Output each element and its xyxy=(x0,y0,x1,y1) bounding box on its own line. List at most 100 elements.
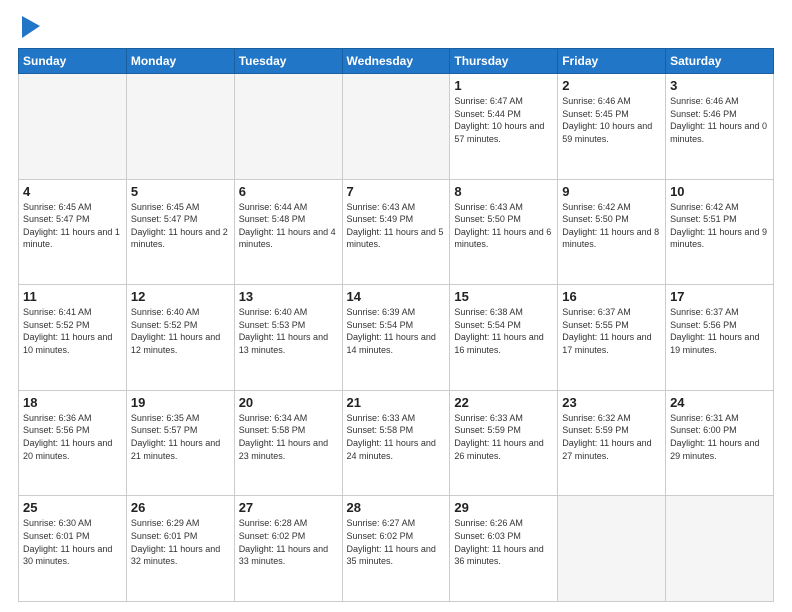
day-number: 20 xyxy=(239,395,338,410)
day-info: Sunrise: 6:31 AM Sunset: 6:00 PM Dayligh… xyxy=(670,412,769,462)
day-number: 5 xyxy=(131,184,230,199)
calendar-cell: 15 Sunrise: 6:38 AM Sunset: 5:54 PM Dayli… xyxy=(450,285,558,391)
calendar-cell: 13Sunrise: 6:40 AM Sunset: 5:53 PM Dayli… xyxy=(234,285,342,391)
day-number: 15 xyxy=(454,289,553,304)
weekday-header-sunday: Sunday xyxy=(19,49,127,74)
day-number: 7 xyxy=(347,184,446,199)
day-number: 4 xyxy=(23,184,122,199)
day-info: Sunrise: 6:29 AM Sunset: 6:01 PM Dayligh… xyxy=(131,517,230,567)
day-info: Sunrise: 6:46 AM Sunset: 5:46 PM Dayligh… xyxy=(670,95,769,145)
weekday-header-friday: Friday xyxy=(558,49,666,74)
calendar-cell: 22 Sunrise: 6:33 AM Sunset: 5:59 PM Dayli… xyxy=(450,390,558,496)
day-info: Sunrise: 6:28 AM Sunset: 6:02 PM Dayligh… xyxy=(239,517,338,567)
calendar-cell: 19 Sunrise: 6:35 AM Sunset: 5:57 PM Dayli… xyxy=(126,390,234,496)
calendar-cell: 8 Sunrise: 6:43 AM Sunset: 5:50 PM Daylig… xyxy=(450,179,558,285)
calendar-cell: 5 Sunrise: 6:45 AM Sunset: 5:47 PM Daylig… xyxy=(126,179,234,285)
logo xyxy=(18,16,40,38)
day-info: Sunrise: 6:45 AM Sunset: 5:47 PM Dayligh… xyxy=(131,201,230,251)
calendar-cell: 10 Sunrise: 6:42 AM Sunset: 5:51 PM Dayli… xyxy=(666,179,774,285)
calendar-week-2: 4 Sunrise: 6:45 AM Sunset: 5:47 PM Daylig… xyxy=(19,179,774,285)
day-info: Sunrise: 6:36 AM Sunset: 5:56 PM Dayligh… xyxy=(23,412,122,462)
calendar-cell: 1Sunrise: 6:47 AM Sunset: 5:44 PM Daylig… xyxy=(450,74,558,180)
page: SundayMondayTuesdayWednesdayThursdayFrid… xyxy=(0,0,792,612)
calendar-week-4: 18 Sunrise: 6:36 AM Sunset: 5:56 PM Dayli… xyxy=(19,390,774,496)
day-number: 28 xyxy=(347,500,446,515)
day-info: Sunrise: 6:35 AM Sunset: 5:57 PM Dayligh… xyxy=(131,412,230,462)
day-info: Sunrise: 6:34 AM Sunset: 5:58 PM Dayligh… xyxy=(239,412,338,462)
day-number: 11 xyxy=(23,289,122,304)
day-info: Sunrise: 6:44 AM Sunset: 5:48 PM Dayligh… xyxy=(239,201,338,251)
weekday-header-row: SundayMondayTuesdayWednesdayThursdayFrid… xyxy=(19,49,774,74)
calendar-week-1: 1Sunrise: 6:47 AM Sunset: 5:44 PM Daylig… xyxy=(19,74,774,180)
day-number: 14 xyxy=(347,289,446,304)
day-info: Sunrise: 6:26 AM Sunset: 6:03 PM Dayligh… xyxy=(454,517,553,567)
day-info: Sunrise: 6:30 AM Sunset: 6:01 PM Dayligh… xyxy=(23,517,122,567)
calendar-cell: 6 Sunrise: 6:44 AM Sunset: 5:48 PM Daylig… xyxy=(234,179,342,285)
day-info: Sunrise: 6:47 AM Sunset: 5:44 PM Dayligh… xyxy=(454,95,553,145)
calendar-cell: 4 Sunrise: 6:45 AM Sunset: 5:47 PM Daylig… xyxy=(19,179,127,285)
day-number: 19 xyxy=(131,395,230,410)
day-number: 22 xyxy=(454,395,553,410)
weekday-header-monday: Monday xyxy=(126,49,234,74)
day-number: 24 xyxy=(670,395,769,410)
day-info: Sunrise: 6:45 AM Sunset: 5:47 PM Dayligh… xyxy=(23,201,122,251)
calendar-cell: 20 Sunrise: 6:34 AM Sunset: 5:58 PM Dayli… xyxy=(234,390,342,496)
calendar-cell xyxy=(666,496,774,602)
day-number: 6 xyxy=(239,184,338,199)
calendar-cell xyxy=(558,496,666,602)
day-number: 16 xyxy=(562,289,661,304)
calendar-cell: 28Sunrise: 6:27 AM Sunset: 6:02 PM Dayli… xyxy=(342,496,450,602)
calendar-cell: 9 Sunrise: 6:42 AM Sunset: 5:50 PM Daylig… xyxy=(558,179,666,285)
calendar-body: 1Sunrise: 6:47 AM Sunset: 5:44 PM Daylig… xyxy=(19,74,774,602)
calendar-cell: 18 Sunrise: 6:36 AM Sunset: 5:56 PM Dayli… xyxy=(19,390,127,496)
day-number: 29 xyxy=(454,500,553,515)
day-info: Sunrise: 6:40 AM Sunset: 5:53 PM Dayligh… xyxy=(239,306,338,356)
day-info: Sunrise: 6:32 AM Sunset: 5:59 PM Dayligh… xyxy=(562,412,661,462)
weekday-header-tuesday: Tuesday xyxy=(234,49,342,74)
day-info: Sunrise: 6:46 AM Sunset: 5:45 PM Dayligh… xyxy=(562,95,661,145)
day-info: Sunrise: 6:37 AM Sunset: 5:55 PM Dayligh… xyxy=(562,306,661,356)
day-number: 25 xyxy=(23,500,122,515)
day-number: 12 xyxy=(131,289,230,304)
calendar-header: SundayMondayTuesdayWednesdayThursdayFrid… xyxy=(19,49,774,74)
calendar-cell xyxy=(19,74,127,180)
day-number: 21 xyxy=(347,395,446,410)
calendar-cell: 29 Sunrise: 6:26 AM Sunset: 6:03 PM Dayli… xyxy=(450,496,558,602)
day-info: Sunrise: 6:40 AM Sunset: 5:52 PM Dayligh… xyxy=(131,306,230,356)
calendar-table: SundayMondayTuesdayWednesdayThursdayFrid… xyxy=(18,48,774,602)
day-info: Sunrise: 6:43 AM Sunset: 5:49 PM Dayligh… xyxy=(347,201,446,251)
calendar-cell xyxy=(342,74,450,180)
day-number: 2 xyxy=(562,78,661,93)
calendar-cell: 25 Sunrise: 6:30 AM Sunset: 6:01 PM Dayli… xyxy=(19,496,127,602)
calendar-cell: 24 Sunrise: 6:31 AM Sunset: 6:00 PM Dayli… xyxy=(666,390,774,496)
logo-icon xyxy=(22,16,40,38)
calendar-cell: 27 Sunrise: 6:28 AM Sunset: 6:02 PM Dayli… xyxy=(234,496,342,602)
day-info: Sunrise: 6:43 AM Sunset: 5:50 PM Dayligh… xyxy=(454,201,553,251)
day-info: Sunrise: 6:33 AM Sunset: 5:59 PM Dayligh… xyxy=(454,412,553,462)
day-info: Sunrise: 6:41 AM Sunset: 5:52 PM Dayligh… xyxy=(23,306,122,356)
calendar-cell: 21 Sunrise: 6:33 AM Sunset: 5:58 PM Dayli… xyxy=(342,390,450,496)
calendar-cell: 12 Sunrise: 6:40 AM Sunset: 5:52 PM Dayli… xyxy=(126,285,234,391)
day-info: Sunrise: 6:33 AM Sunset: 5:58 PM Dayligh… xyxy=(347,412,446,462)
header xyxy=(18,16,774,38)
day-info: Sunrise: 6:42 AM Sunset: 5:51 PM Dayligh… xyxy=(670,201,769,251)
day-info: Sunrise: 6:37 AM Sunset: 5:56 PM Dayligh… xyxy=(670,306,769,356)
day-info: Sunrise: 6:42 AM Sunset: 5:50 PM Dayligh… xyxy=(562,201,661,251)
day-number: 27 xyxy=(239,500,338,515)
weekday-header-thursday: Thursday xyxy=(450,49,558,74)
day-number: 9 xyxy=(562,184,661,199)
calendar-cell: 16 Sunrise: 6:37 AM Sunset: 5:55 PM Dayli… xyxy=(558,285,666,391)
weekday-header-wednesday: Wednesday xyxy=(342,49,450,74)
day-number: 18 xyxy=(23,395,122,410)
calendar-cell xyxy=(234,74,342,180)
calendar-cell: 23Sunrise: 6:32 AM Sunset: 5:59 PM Dayli… xyxy=(558,390,666,496)
day-number: 8 xyxy=(454,184,553,199)
day-info: Sunrise: 6:39 AM Sunset: 5:54 PM Dayligh… xyxy=(347,306,446,356)
day-number: 17 xyxy=(670,289,769,304)
calendar-cell: 14 Sunrise: 6:39 AM Sunset: 5:54 PM Dayli… xyxy=(342,285,450,391)
calendar-cell: 17 Sunrise: 6:37 AM Sunset: 5:56 PM Dayli… xyxy=(666,285,774,391)
day-info: Sunrise: 6:38 AM Sunset: 5:54 PM Dayligh… xyxy=(454,306,553,356)
day-number: 10 xyxy=(670,184,769,199)
weekday-header-saturday: Saturday xyxy=(666,49,774,74)
calendar-week-3: 11 Sunrise: 6:41 AM Sunset: 5:52 PM Dayli… xyxy=(19,285,774,391)
